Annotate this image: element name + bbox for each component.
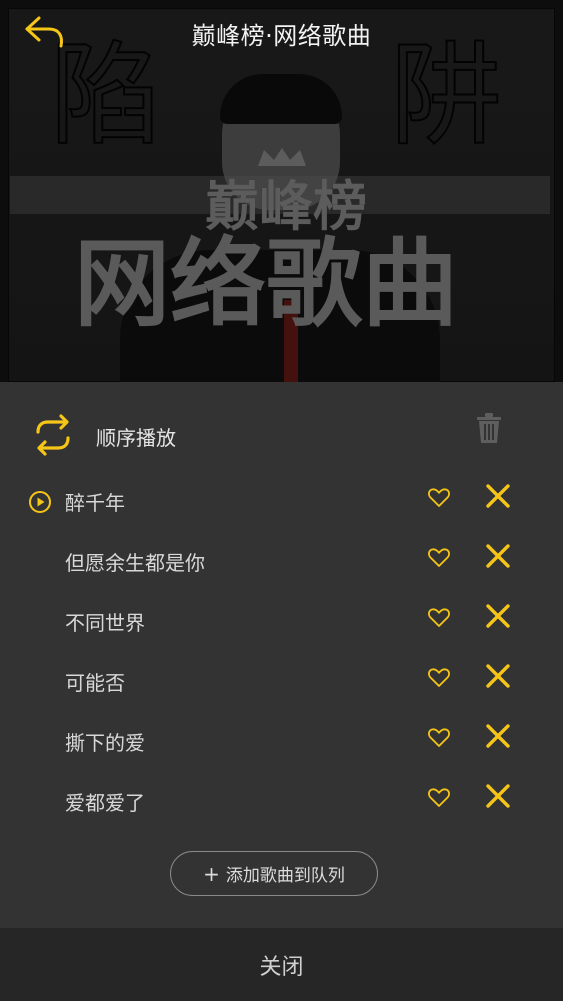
remove-icon[interactable]	[485, 543, 511, 569]
repeat-icon[interactable]	[30, 412, 76, 458]
song-row[interactable]: 醉千年	[0, 471, 563, 531]
remove-icon[interactable]	[485, 723, 511, 749]
cover-dim-overlay	[0, 0, 563, 382]
song-row[interactable]: 但愿余生都是你	[0, 531, 563, 591]
song-row[interactable]: 可能否	[0, 651, 563, 711]
heart-icon[interactable]	[427, 785, 451, 809]
remove-icon[interactable]	[485, 783, 511, 809]
play-mode-label[interactable]: 顺序播放	[96, 422, 176, 451]
remove-icon[interactable]	[485, 663, 511, 689]
song-title: 爱都爱了	[65, 791, 145, 815]
song-row[interactable]: 不同世界	[0, 591, 563, 651]
song-title: 但愿余生都是你	[65, 551, 205, 575]
heart-icon[interactable]	[427, 725, 451, 749]
song-title: 不同世界	[65, 611, 145, 635]
song-title: 撕下的爱	[65, 731, 145, 755]
song-row[interactable]: 爱都爱了	[0, 771, 563, 831]
heart-icon[interactable]	[427, 545, 451, 569]
close-button[interactable]: 关闭	[0, 928, 563, 1001]
plus-icon: +	[203, 861, 220, 886]
heart-icon[interactable]	[427, 485, 451, 509]
heart-icon[interactable]	[427, 605, 451, 629]
add-to-queue-label: 添加歌曲到队列	[225, 866, 345, 886]
now-playing-icon	[29, 491, 51, 513]
remove-icon[interactable]	[485, 603, 511, 629]
heart-icon[interactable]	[427, 665, 451, 689]
song-row[interactable]: 撕下的爱	[0, 711, 563, 771]
song-title: 醉千年	[65, 491, 125, 515]
close-label: 关闭	[259, 954, 304, 980]
add-to-queue-button[interactable]: + 添加歌曲到队列	[170, 851, 378, 896]
play-mode-row: 顺序播放	[0, 404, 563, 464]
page-title: 巅峰榜·网络歌曲	[191, 22, 372, 50]
album-cover: 陷 阱 巅峰榜 网络歌曲	[0, 0, 563, 382]
trash-icon[interactable]	[474, 412, 504, 444]
remove-icon[interactable]	[485, 483, 511, 509]
song-title: 可能否	[65, 671, 125, 695]
playlist-panel: 顺序播放 醉千年 但愿余生都是你 不同世界 可能否 撕下的爱 爱都爱了 + 添加…	[0, 382, 563, 928]
